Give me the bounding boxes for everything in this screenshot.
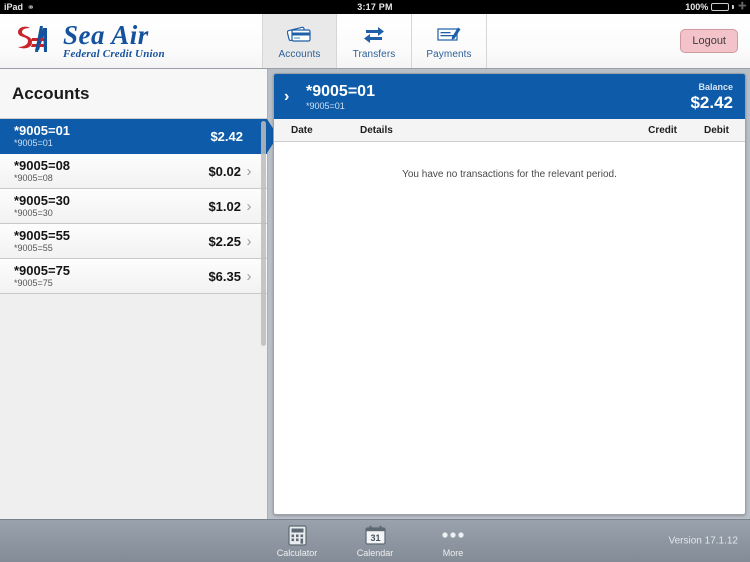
account-name: *9005=30 (14, 193, 71, 208)
account-sub: *9005=75 (14, 278, 53, 288)
status-right: 100% ➕ (685, 0, 747, 14)
account-sub: *9005=08 (14, 173, 53, 183)
brand-subtitle: Federal Credit Union (63, 47, 165, 60)
battery-full-icon (711, 3, 730, 11)
account-sub: *9005=55 (14, 243, 53, 253)
column-header-details: Details (360, 125, 393, 136)
account-names: *9005=01 *9005=01 (14, 123, 210, 149)
app-root: iPad ⚭ 3:17 PM 100% ➕ Sea Air Federal Cr… (0, 0, 750, 562)
check-pen-icon (436, 22, 462, 46)
account-name: *9005=55 (14, 228, 71, 243)
balance-value: $2.42 (690, 92, 733, 112)
svg-text:31: 31 (370, 533, 380, 543)
chevron-right-icon: › (246, 267, 252, 285)
status-clock: 3:17 PM (357, 2, 393, 12)
toolbar-item-more[interactable]: More (426, 524, 480, 558)
battery-cap-icon (732, 5, 735, 9)
column-header-date: Date (291, 125, 313, 136)
main-nav-tabs: Accounts Transfers Payments (262, 14, 487, 68)
account-balance: $2.25 (208, 233, 241, 249)
toolbar-item-calculator[interactable]: Calculator (270, 524, 324, 558)
account-balance: $6.35 (208, 268, 241, 284)
banner-account-name: *9005=01 (306, 82, 375, 100)
calculator-icon (287, 524, 307, 546)
account-balance: $2.42 (210, 128, 243, 144)
chevron-right-icon: › (246, 197, 252, 215)
chevron-right-icon: › (246, 232, 252, 250)
toolbar-item-calendar[interactable]: 31 Calendar (348, 524, 402, 558)
account-row-9005-08[interactable]: *9005=08 *9005=08 $0.02 › (0, 154, 267, 189)
ios-status-bar: iPad ⚭ 3:17 PM 100% ➕ (0, 0, 750, 14)
banner-account-sub: *9005=01 (306, 100, 345, 111)
bottom-toolbar: Calculator 31 Calendar More Version 17.1… (0, 519, 750, 562)
battery-percent-label: 100% (685, 2, 709, 12)
sea-air-monogram-icon (18, 26, 47, 52)
brand-text: Sea Air Federal Credit Union (63, 19, 165, 61)
empty-state-message: You have no transactions for the relevan… (402, 169, 617, 180)
brand-name: Sea Air (63, 19, 149, 50)
toolbar-calculator-label: Calculator (276, 548, 318, 558)
account-sub: *9005=30 (14, 208, 53, 218)
accounts-sidebar: Accounts *9005=01 *9005=01 $2.42 *9005=0… (0, 69, 278, 519)
tab-transfers-label: Transfers (352, 49, 396, 60)
column-header-debit: Debit (704, 125, 729, 136)
transfer-arrows-icon (362, 22, 386, 46)
banner-names: *9005=01 *9005=01 (306, 82, 690, 112)
account-name: *9005=01 (14, 123, 71, 138)
banner-balance: Balance $2.42 (690, 82, 733, 112)
tab-transfers[interactable]: Transfers (337, 14, 412, 68)
credit-cards-icon (286, 22, 313, 46)
tab-payments[interactable]: Payments (412, 14, 487, 68)
app-header: Sea Air Federal Credit Union Accounts Tr… (0, 14, 750, 69)
ellipsis-icon (441, 524, 465, 546)
tab-payments-label: Payments (426, 49, 472, 60)
account-balance: $1.02 (208, 198, 241, 214)
chevron-right-icon: › (284, 87, 290, 105)
account-row-9005-75[interactable]: *9005=75 *9005=75 $6.35 › (0, 259, 267, 294)
logout-button[interactable]: Logout (680, 29, 738, 53)
charging-bolt-icon: ➕ (738, 3, 747, 10)
account-name: *9005=08 (14, 158, 71, 173)
toolbar-calendar-label: Calendar (356, 548, 394, 558)
account-name: *9005=75 (14, 263, 71, 278)
account-row-9005-01[interactable]: *9005=01 *9005=01 $2.42 (0, 119, 278, 154)
toolbar-more-label: More (442, 548, 464, 558)
column-header-credit: Credit (648, 125, 677, 136)
account-row-9005-30[interactable]: *9005=30 *9005=30 $1.02 › (0, 189, 267, 224)
account-balance: $0.02 (208, 163, 241, 179)
calendar-icon: 31 (364, 524, 386, 546)
accounts-list: *9005=01 *9005=01 $2.42 *9005=08 *9005=0… (0, 119, 278, 294)
version-label: Version 17.1.12 (668, 535, 739, 547)
account-names: *9005=30 *9005=30 (14, 193, 208, 219)
tab-accounts[interactable]: Accounts (262, 14, 337, 68)
sidebar-scrollbar[interactable] (261, 121, 266, 346)
transactions-panel: › *9005=01 *9005=01 Balance $2.42 Date D… (273, 73, 746, 515)
chevron-right-icon: › (246, 162, 252, 180)
balance-label: Balance (698, 81, 733, 92)
account-sub: *9005=01 (14, 138, 53, 148)
account-names: *9005=75 *9005=75 (14, 263, 208, 289)
account-row-9005-55[interactable]: *9005=55 *9005=55 $2.25 › (0, 224, 267, 259)
sidebar-title: Accounts (0, 69, 267, 119)
tab-accounts-label: Accounts (278, 49, 321, 60)
brand-logo: Sea Air Federal Credit Union (0, 14, 262, 68)
account-banner[interactable]: › *9005=01 *9005=01 Balance $2.42 (274, 74, 745, 119)
account-names: *9005=08 *9005=08 (14, 158, 208, 184)
transactions-column-headers: Date Details Credit Debit (274, 119, 745, 142)
account-names: *9005=55 *9005=55 (14, 228, 208, 254)
